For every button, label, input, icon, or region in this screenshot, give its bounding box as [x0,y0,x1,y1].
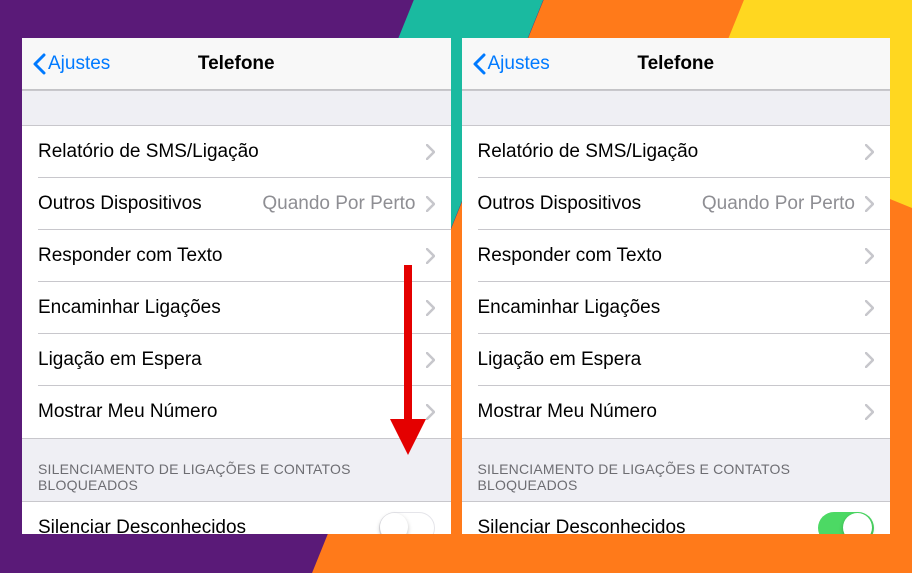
group-divider [22,90,451,126]
toggle-knob [380,513,408,534]
row-other-devices[interactable]: Outros Dispositivos Quando Por Perto [22,178,451,230]
screenshot-comparison: Ajustes Telefone Relatório de SMS/Ligaçã… [0,0,912,573]
row-label: Outros Dispositivos [38,193,262,215]
row-label: Silenciar Desconhecidos [478,517,819,534]
chevron-right-icon [865,352,874,368]
row-respond-text[interactable]: Responder com Texto [462,230,891,282]
chevron-right-icon [426,248,435,264]
row-label: Responder com Texto [38,245,426,267]
row-label: Silenciar Desconhecidos [38,517,379,534]
chevron-right-icon [426,404,435,420]
silence-toggle[interactable] [379,512,435,534]
row-label: Relatório de SMS/Ligação [38,141,426,163]
section-header-silence: SILENCIAMENTO DE LIGAÇÕES E CONTATOS BLO… [462,438,891,502]
row-forward-calls[interactable]: Encaminhar Ligações [22,282,451,334]
row-sms-report[interactable]: Relatório de SMS/Ligação [462,126,891,178]
chevron-right-icon [426,300,435,316]
chevron-right-icon [865,248,874,264]
settings-group-silence: Silenciar Desconhecidos [22,502,451,534]
chevron-right-icon [865,144,874,160]
back-label: Ajustes [48,53,110,75]
chevron-right-icon [865,300,874,316]
chevron-right-icon [426,144,435,160]
section-header-silence: SILENCIAMENTO DE LIGAÇÕES E CONTATOS BLO… [22,438,451,502]
back-button[interactable]: Ajustes [472,53,550,75]
row-label: Outros Dispositivos [478,193,702,215]
row-forward-calls[interactable]: Encaminhar Ligações [462,282,891,334]
row-show-my-number[interactable]: Mostrar Meu Número [462,386,891,438]
row-detail: Quando Por Perto [702,193,855,215]
row-show-my-number[interactable]: Mostrar Meu Número [22,386,451,438]
row-call-waiting[interactable]: Ligação em Espera [22,334,451,386]
row-label: Encaminhar Ligações [478,297,866,319]
row-label: Mostrar Meu Número [38,401,426,423]
settings-group: Relatório de SMS/Ligação Outros Disposit… [22,126,451,438]
nav-bar: Ajustes Telefone [22,38,451,90]
row-sms-report[interactable]: Relatório de SMS/Ligação [22,126,451,178]
settings-group: Relatório de SMS/Ligação Outros Disposit… [462,126,891,438]
settings-list: Relatório de SMS/Ligação Outros Disposit… [462,90,891,534]
row-silence-unknown[interactable]: Silenciar Desconhecidos [462,502,891,534]
chevron-left-icon [472,53,486,75]
phone-right: Ajustes Telefone Relatório de SMS/Ligaçã… [462,38,891,534]
row-detail: Quando Por Perto [262,193,415,215]
row-respond-text[interactable]: Responder com Texto [22,230,451,282]
group-divider [462,90,891,126]
row-label: Relatório de SMS/Ligação [478,141,866,163]
nav-bar: Ajustes Telefone [462,38,891,90]
back-button[interactable]: Ajustes [32,53,110,75]
row-other-devices[interactable]: Outros Dispositivos Quando Por Perto [462,178,891,230]
row-label: Ligação em Espera [38,349,426,371]
toggle-knob [843,513,872,534]
phone-left: Ajustes Telefone Relatório de SMS/Ligaçã… [22,38,451,534]
chevron-left-icon [32,53,46,75]
back-label: Ajustes [488,53,550,75]
row-silence-unknown[interactable]: Silenciar Desconhecidos [22,502,451,534]
chevron-right-icon [426,196,435,212]
chevron-right-icon [865,404,874,420]
settings-list: Relatório de SMS/Ligação Outros Disposit… [22,90,451,534]
row-label: Responder com Texto [478,245,866,267]
row-label: Ligação em Espera [478,349,866,371]
chevron-right-icon [426,352,435,368]
silence-toggle[interactable] [818,512,874,534]
settings-group-silence: Silenciar Desconhecidos [462,502,891,534]
chevron-right-icon [865,196,874,212]
row-label: Mostrar Meu Número [478,401,866,423]
row-call-waiting[interactable]: Ligação em Espera [462,334,891,386]
row-label: Encaminhar Ligações [38,297,426,319]
